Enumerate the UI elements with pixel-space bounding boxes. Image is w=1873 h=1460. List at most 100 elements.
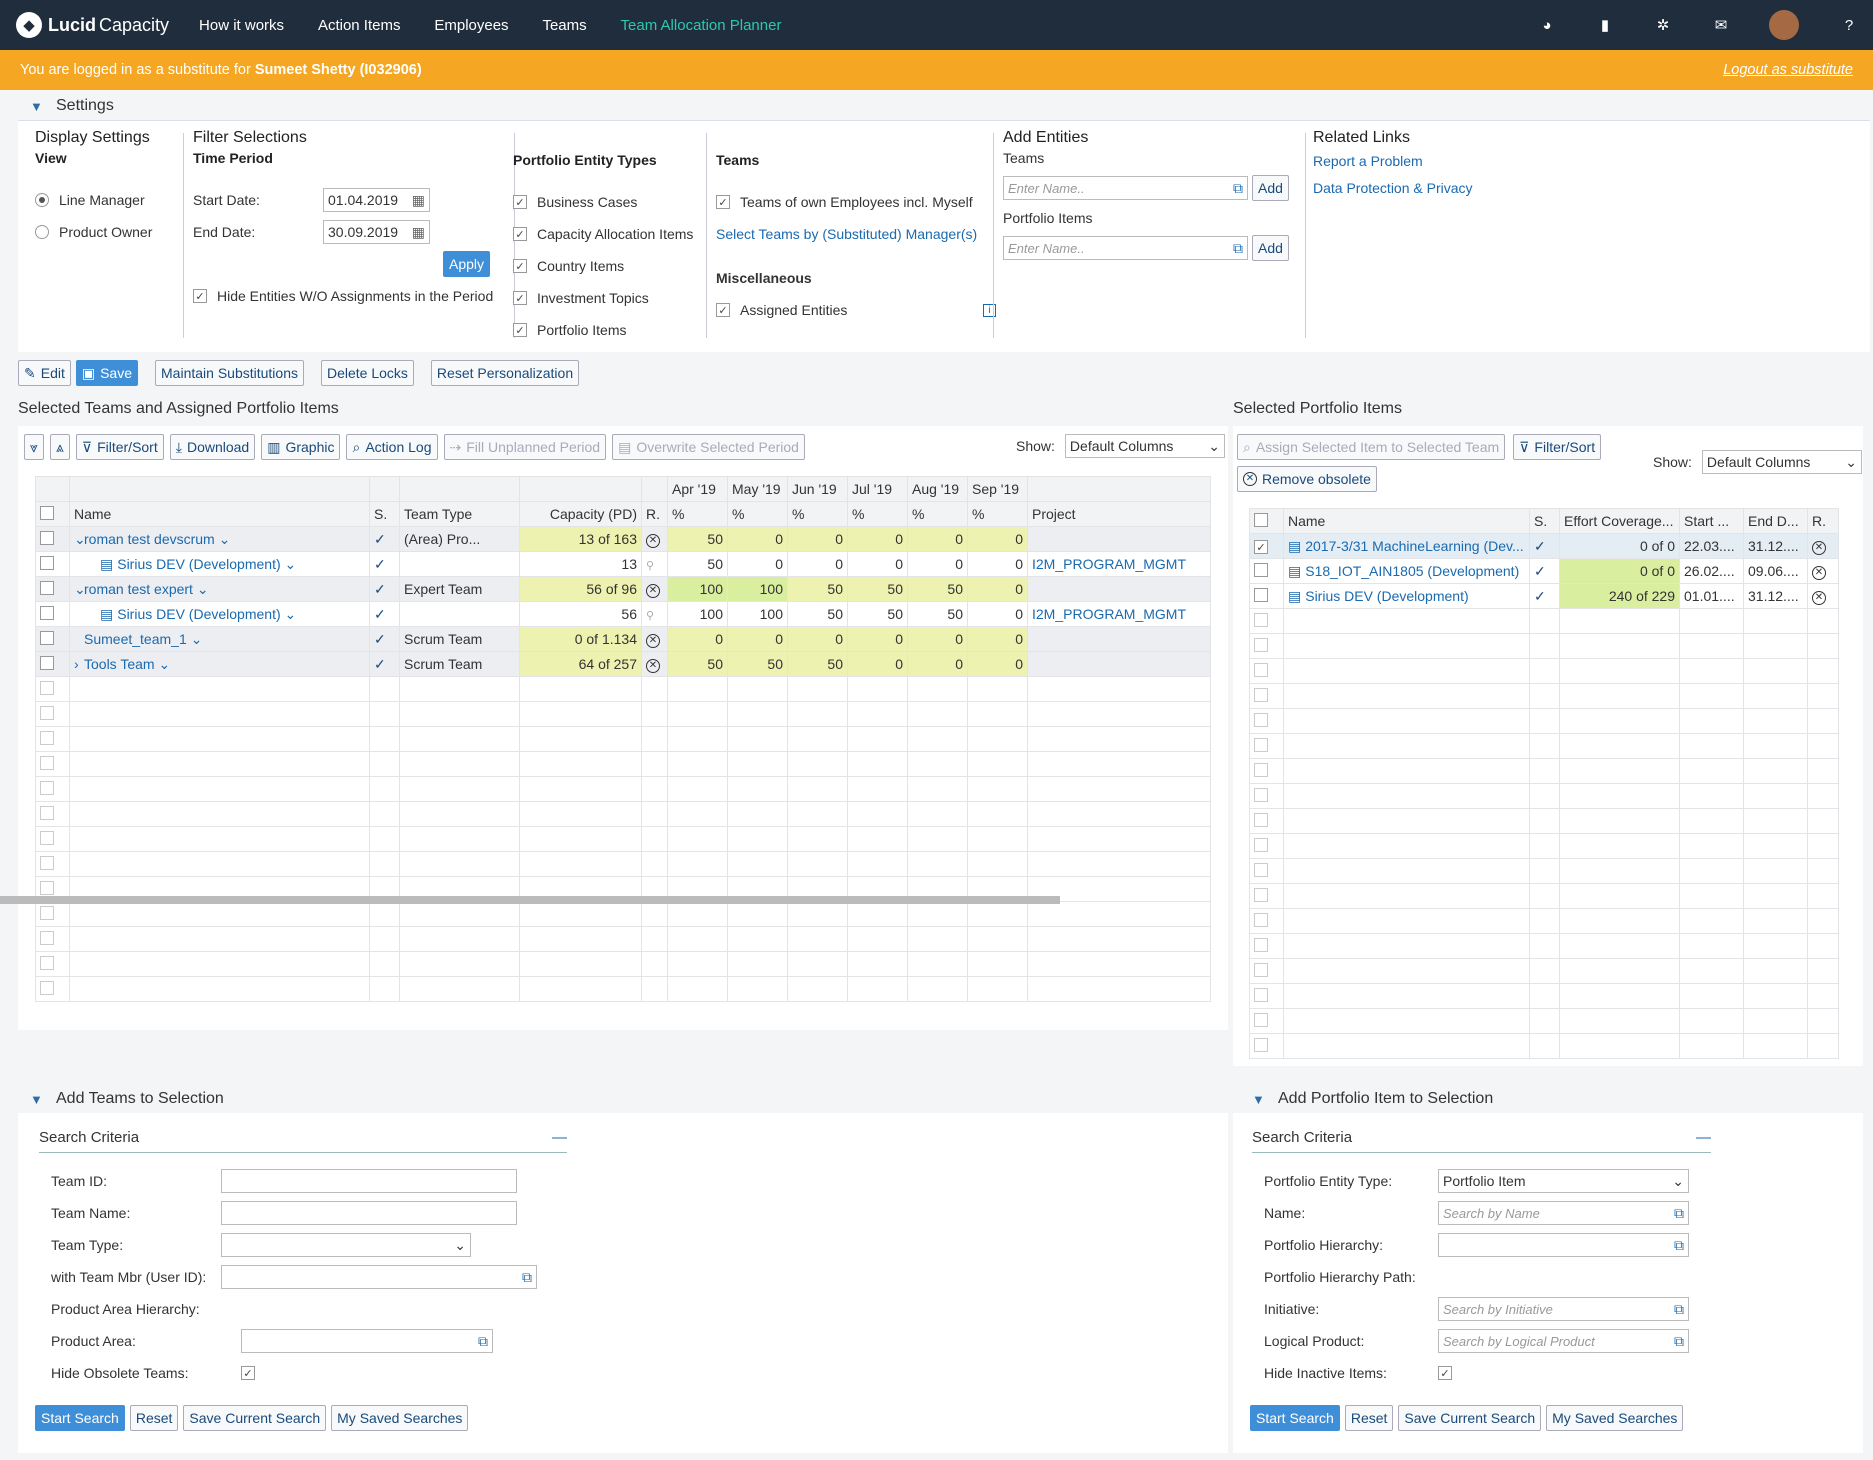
saved-searches-button[interactable]: My Saved Searches — [1546, 1405, 1684, 1431]
row-checkbox[interactable] — [1254, 562, 1268, 577]
column-header-start[interactable]: Start ... — [1679, 508, 1744, 534]
select-teams-link[interactable]: Select Teams by (Substituted) Manager(s) — [716, 226, 977, 242]
remove-circle-icon[interactable]: ✕ — [646, 659, 660, 673]
remove-circle-icon[interactable]: ✕ — [1812, 566, 1826, 580]
start-search-button[interactable]: Start Search — [1250, 1405, 1340, 1431]
row-checkbox[interactable] — [40, 780, 54, 795]
table-row[interactable]: ▤ Sirius DEV (Development) ⌄ ✓ 13 ⚲ 50 0 0 0 0 0 I2… — [35, 551, 1211, 577]
add-team-input[interactable]: Enter Name.. ⧉ — [1003, 176, 1248, 200]
collapse-icon[interactable]: — — [552, 1129, 567, 1146]
settings-panel-header[interactable]: ▼ Settings — [0, 92, 1873, 120]
month-percent-cell[interactable]: 0 — [967, 551, 1028, 577]
month-percent-cell[interactable]: 50 — [847, 576, 908, 602]
month-percent-cell[interactable]: 0 — [907, 551, 968, 577]
add-portfolio-header[interactable]: ▼ Add Portfolio Item to Selection — [1222, 1085, 1862, 1113]
column-header-r[interactable]: R. — [641, 501, 668, 527]
row-checkbox[interactable] — [1254, 1012, 1268, 1027]
month-percent-cell[interactable]: 50 — [787, 576, 848, 602]
portfolio-name-link[interactable]: Sirius DEV (Development) — [1305, 588, 1468, 604]
table-row[interactable] — [1249, 808, 1839, 834]
column-header-capacity[interactable]: Capacity (PD) — [519, 501, 642, 527]
chevron-down-icon[interactable]: ⌄ — [1208, 438, 1220, 455]
team-member-input[interactable]: ⧉ — [221, 1265, 537, 1289]
book-icon[interactable]: ▮ — [1597, 16, 1613, 34]
table-row[interactable] — [1249, 983, 1839, 1009]
row-checkbox[interactable] — [1254, 587, 1268, 602]
row-checkbox[interactable] — [40, 605, 54, 620]
value-help-icon[interactable]: ⧉ — [1233, 240, 1243, 257]
row-name-link[interactable]: Sirius DEV (Development) — [117, 606, 280, 622]
table-row[interactable] — [1249, 758, 1839, 784]
table-row[interactable]: Sumeet_team_1 ⌄ ✓ Scrum Team 0 of 1.134 ✕ 0 0 0… — [35, 626, 1211, 652]
nav-teams[interactable]: Teams — [542, 17, 586, 34]
chevron-down-icon[interactable]: ▼ — [1252, 1092, 1265, 1107]
help-icon[interactable]: ? — [1841, 17, 1857, 34]
info-icon[interactable]: i — [983, 303, 996, 317]
row-checkbox[interactable] — [1254, 1037, 1268, 1052]
column-header-r[interactable]: R. — [1807, 508, 1839, 534]
row-checkbox[interactable] — [40, 630, 54, 645]
view-option-product-owner[interactable]: Product Owner — [35, 216, 152, 248]
filter-sort-button[interactable]: ⊽ Filter/Sort — [75, 434, 164, 460]
table-row[interactable] — [35, 751, 1211, 777]
month-percent-cell[interactable]: 50 — [847, 601, 908, 627]
month-percent-cell[interactable]: 50 — [667, 551, 728, 577]
mail-icon[interactable]: ✉ — [1713, 16, 1729, 34]
maintain-substitutions-button[interactable]: Maintain Substitutions — [155, 360, 304, 386]
row-checkbox[interactable] — [1254, 662, 1268, 677]
horizontal-scrollbar[interactable] — [0, 896, 1060, 904]
portfolio-name-link[interactable]: S18_IOT_AIN1805 (Development) — [1305, 563, 1519, 579]
month-percent-cell[interactable]: 0 — [847, 526, 908, 552]
edit-button[interactable]: ✎ Edit — [18, 360, 71, 386]
row-checkbox[interactable] — [40, 930, 54, 945]
chevron-down-icon[interactable]: ⌄ — [74, 581, 86, 598]
row-checkbox[interactable] — [40, 530, 54, 545]
project-cell[interactable] — [1027, 576, 1211, 602]
radio-selected[interactable] — [35, 193, 49, 207]
delete-locks-button[interactable]: Delete Locks — [320, 360, 414, 386]
table-row[interactable] — [35, 901, 1211, 927]
saved-searches-button[interactable]: My Saved Searches — [331, 1405, 469, 1431]
table-row[interactable] — [1249, 658, 1839, 684]
chevron-right-icon[interactable]: › — [74, 656, 84, 672]
collapse-all-icon[interactable]: ⩓ — [49, 434, 70, 460]
project-cell[interactable]: I2M_PROGRAM_MGMT — [1027, 551, 1211, 577]
month-percent-cell[interactable]: 50 — [787, 651, 848, 677]
download-button[interactable]: ⤓ Download — [169, 434, 256, 460]
portfolio-name-link[interactable]: 2017-3/31 MachineLearning (Dev... — [1305, 538, 1523, 554]
row-checkbox[interactable] — [1254, 862, 1268, 877]
calendar-icon[interactable]: ▦ — [412, 224, 425, 241]
table-row[interactable] — [35, 726, 1211, 752]
table-row[interactable] — [1249, 708, 1839, 734]
bug-icon[interactable]: ✲ — [1655, 16, 1671, 34]
table-row[interactable] — [1249, 958, 1839, 984]
table-row[interactable] — [35, 676, 1211, 702]
month-percent-cell[interactable]: 0 — [907, 651, 968, 677]
row-checkbox[interactable] — [1254, 937, 1268, 952]
remove-circle-icon[interactable]: ✕ — [1812, 591, 1826, 605]
row-checkbox[interactable]: ✓ — [1254, 540, 1268, 555]
collapse-icon[interactable]: — — [1696, 1129, 1711, 1146]
unassign-icon[interactable]: ⚲ — [646, 560, 654, 572]
remove-circle-icon[interactable]: ✕ — [646, 534, 660, 548]
logout-substitute-link[interactable]: Logout as substitute — [1723, 62, 1853, 78]
table-row[interactable] — [35, 701, 1211, 727]
column-header-effort[interactable]: Effort Coverage... — [1559, 508, 1680, 534]
table-row[interactable] — [35, 851, 1211, 877]
radio[interactable] — [35, 225, 49, 239]
save-search-button[interactable]: Save Current Search — [1398, 1405, 1542, 1431]
month-percent-cell[interactable]: 100 — [727, 576, 788, 602]
remove-obsolete-button[interactable]: ✕ Remove obsolete — [1237, 466, 1377, 492]
checkbox[interactable]: ✓ — [513, 227, 527, 241]
reset-button[interactable]: Reset — [1344, 1405, 1394, 1431]
chevron-down-icon[interactable]: ▼ — [30, 1092, 43, 1107]
table-row[interactable] — [1249, 608, 1839, 634]
row-checkbox[interactable] — [1254, 612, 1268, 627]
month-percent-cell[interactable]: 0 — [727, 626, 788, 652]
select-all-checkbox[interactable] — [40, 505, 54, 520]
table-row[interactable] — [1249, 908, 1839, 934]
assign-item-button[interactable]: ⌕ Assign Selected Item to Selected Team — [1237, 434, 1506, 460]
nav-employees[interactable]: Employees — [434, 17, 508, 34]
team-type-select[interactable]: ⌄ — [221, 1233, 471, 1257]
app-logo[interactable]: ◆ Lucid Capacity — [16, 12, 169, 38]
